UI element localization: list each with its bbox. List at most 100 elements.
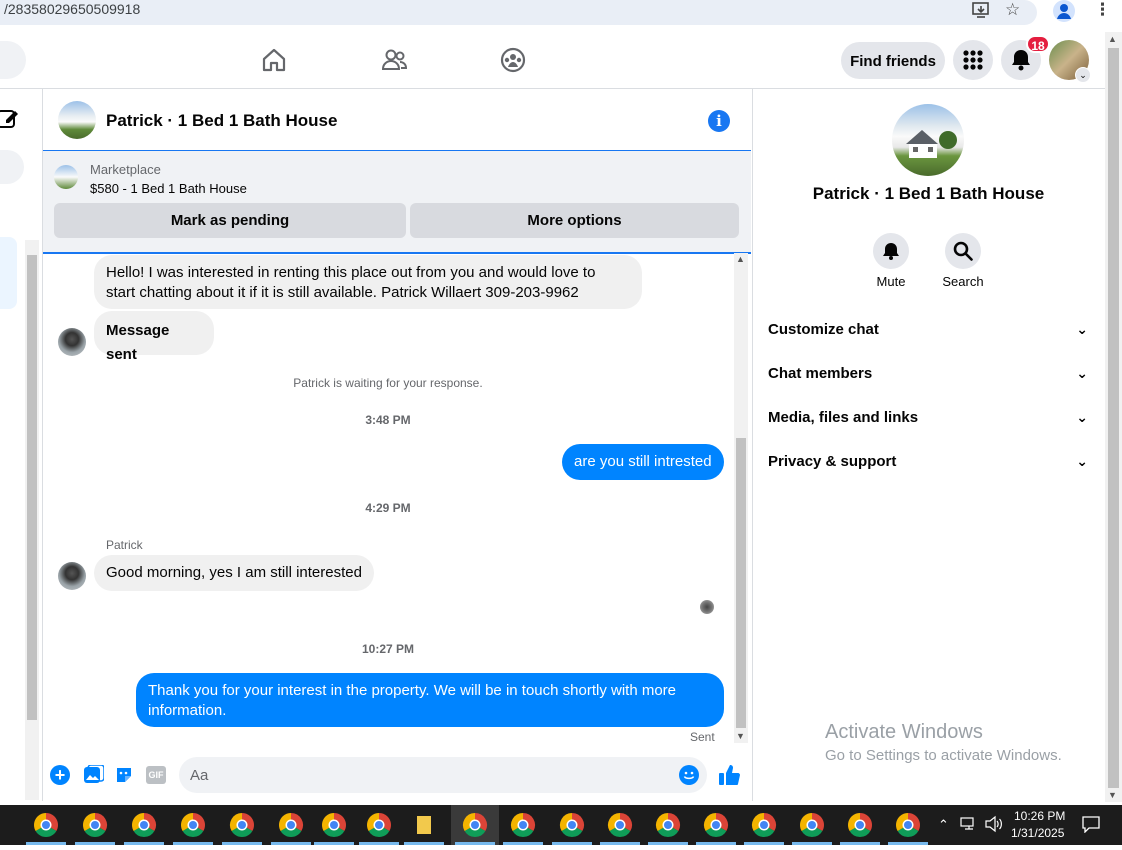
network-icon[interactable]	[960, 816, 978, 832]
mute-label: Mute	[876, 274, 906, 289]
chat-avatar[interactable]	[58, 101, 96, 139]
chevron-down-icon: ⌄	[1076, 453, 1088, 469]
sender-name: Patrick	[106, 538, 143, 552]
browser-menu-icon[interactable]: ⋮	[1094, 0, 1111, 20]
install-app-icon[interactable]	[971, 0, 991, 20]
chrome-taskbar-icon[interactable]	[451, 805, 499, 845]
message-text: information.	[148, 702, 227, 719]
message-text: Hello! I was interested in renting this …	[106, 264, 596, 281]
add-attachment-icon[interactable]: +	[50, 765, 70, 785]
message-timestamp: 4:29 PM	[365, 501, 411, 515]
address-bar[interactable]	[0, 0, 1037, 25]
taskbar-date[interactable]: 1/31/2025	[1011, 826, 1064, 840]
friends-icon[interactable]	[378, 44, 410, 76]
notification-center-icon[interactable]	[1081, 815, 1101, 834]
chrome-taskbar-icon[interactable]	[173, 813, 213, 845]
waiting-notice: Patrick is waiting for your response.	[293, 376, 483, 390]
chrome-taskbar-icon[interactable]	[648, 813, 688, 845]
chrome-taskbar-icon[interactable]	[600, 813, 640, 845]
mark-as-pending-button[interactable]: Mark as pending	[54, 203, 406, 238]
menu-button[interactable]	[953, 40, 993, 80]
show-hidden-icons-icon[interactable]: ⌃	[938, 817, 949, 833]
message-text: start chatting about it if it is still a…	[106, 284, 579, 301]
groups-icon[interactable]	[497, 44, 529, 76]
chrome-taskbar-icon[interactable]	[314, 813, 354, 845]
taskbar-time[interactable]: 10:26 PM	[1014, 809, 1065, 823]
sender-avatar[interactable]	[58, 562, 86, 590]
chat-scrollbar-thumb[interactable]	[736, 438, 746, 728]
chevron-down-icon: ⌄	[1076, 365, 1088, 381]
incoming-message[interactable]: Good morning, yes I am still interested	[94, 555, 374, 591]
new-message-icon[interactable]	[0, 103, 22, 131]
scroll-down-arrow-icon[interactable]: ▼	[1108, 790, 1117, 800]
notification-count-badge: 18	[1026, 35, 1050, 53]
chat-title[interactable]: Patrick · 1 Bed 1 Bath House	[106, 111, 337, 131]
incoming-message[interactable]: Message sent	[94, 311, 214, 363]
listing-title[interactable]: $580 - 1 Bed 1 Bath House	[90, 181, 247, 196]
listing-thumbnail[interactable]	[54, 165, 78, 189]
outgoing-message[interactable]: are you still intrested	[562, 444, 724, 480]
message-timestamp: 10:27 PM	[361, 642, 415, 656]
chrome-taskbar-icon[interactable]	[888, 813, 928, 845]
taskbar-apps	[26, 805, 928, 845]
left-scrollbar-thumb[interactable]	[27, 255, 37, 720]
chrome-taskbar-icon[interactable]	[271, 813, 311, 845]
sticker-icon[interactable]	[114, 765, 134, 785]
section-label: Privacy & support	[768, 453, 897, 470]
incoming-message[interactable]: Hello! I was interested in renting this …	[94, 255, 642, 309]
search-in-chat-button[interactable]	[945, 233, 981, 269]
chrome-taskbar-icon[interactable]	[359, 813, 399, 845]
file-explorer-taskbar-icon[interactable]	[404, 816, 444, 845]
chrome-taskbar-icon[interactable]	[792, 813, 832, 845]
mute-button[interactable]	[873, 233, 909, 269]
address-bar-text[interactable]: /28358029650509918	[4, 1, 140, 17]
chrome-taskbar-icon[interactable]	[75, 813, 115, 845]
chrome-taskbar-icon[interactable]	[503, 813, 543, 845]
chat-info-title: Patrick · 1 Bed 1 Bath House	[812, 184, 1045, 203]
customize-chat-row[interactable]: Customize chat ⌄	[768, 321, 1094, 345]
marketplace-label: Marketplace	[90, 162, 161, 177]
sender-avatar[interactable]	[58, 328, 86, 356]
selected-chat-item[interactable]	[0, 237, 17, 309]
message-input-placeholder: Aa	[190, 767, 209, 784]
windows-taskbar	[0, 805, 1122, 845]
bookmark-star-icon[interactable]: ☆	[1005, 0, 1020, 20]
section-label: Customize chat	[768, 321, 879, 338]
photo-icon[interactable]	[82, 764, 105, 785]
chevron-down-icon[interactable]: ⌄	[1075, 67, 1091, 83]
section-label: Media, files and links	[768, 409, 919, 426]
activation-watermark-title: Activate Windows	[825, 721, 983, 743]
home-icon[interactable]	[258, 44, 290, 76]
chrome-taskbar-icon[interactable]	[222, 813, 262, 845]
media-files-links-row[interactable]: Media, files and links ⌄	[768, 409, 1094, 433]
bell-icon	[883, 243, 899, 260]
scroll-up-arrow-icon[interactable]: ▲	[1108, 34, 1117, 44]
like-thumbs-up-icon[interactable]	[717, 763, 741, 787]
search-icon	[953, 241, 973, 261]
apps-grid-icon	[963, 50, 983, 70]
info-icon[interactable]: i	[708, 110, 730, 132]
chat-profile-photo[interactable]	[892, 104, 964, 176]
gif-icon[interactable]: GIF	[146, 766, 166, 784]
privacy-support-row[interactable]: Privacy & support ⌄	[768, 453, 1094, 477]
scroll-up-arrow-icon[interactable]: ▲	[736, 254, 745, 264]
search-label: Search	[942, 274, 984, 289]
chrome-taskbar-icon[interactable]	[840, 813, 880, 845]
activation-watermark-subtitle: Go to Settings to activate Windows.	[825, 747, 1062, 764]
message-text: Thank you for your interest in the prope…	[148, 682, 677, 699]
more-options-button[interactable]: More options	[410, 203, 739, 238]
page-scrollbar-thumb[interactable]	[1108, 48, 1119, 788]
scroll-down-arrow-icon[interactable]: ▼	[736, 731, 745, 741]
find-friends-button[interactable]: Find friends	[841, 42, 945, 79]
chrome-taskbar-icon[interactable]	[696, 813, 736, 845]
chat-members-row[interactable]: Chat members ⌄	[768, 365, 1094, 389]
volume-icon[interactable]	[984, 815, 1004, 833]
outgoing-message[interactable]: Thank you for your interest in the prope…	[136, 673, 724, 727]
chrome-taskbar-icon[interactable]	[552, 813, 592, 845]
chrome-taskbar-icon[interactable]	[744, 813, 784, 845]
chrome-taskbar-icon[interactable]	[26, 813, 66, 845]
chrome-taskbar-icon[interactable]	[124, 813, 164, 845]
profile-icon[interactable]	[1053, 0, 1075, 22]
message-input[interactable]	[179, 757, 707, 793]
emoji-icon[interactable]	[679, 765, 699, 785]
